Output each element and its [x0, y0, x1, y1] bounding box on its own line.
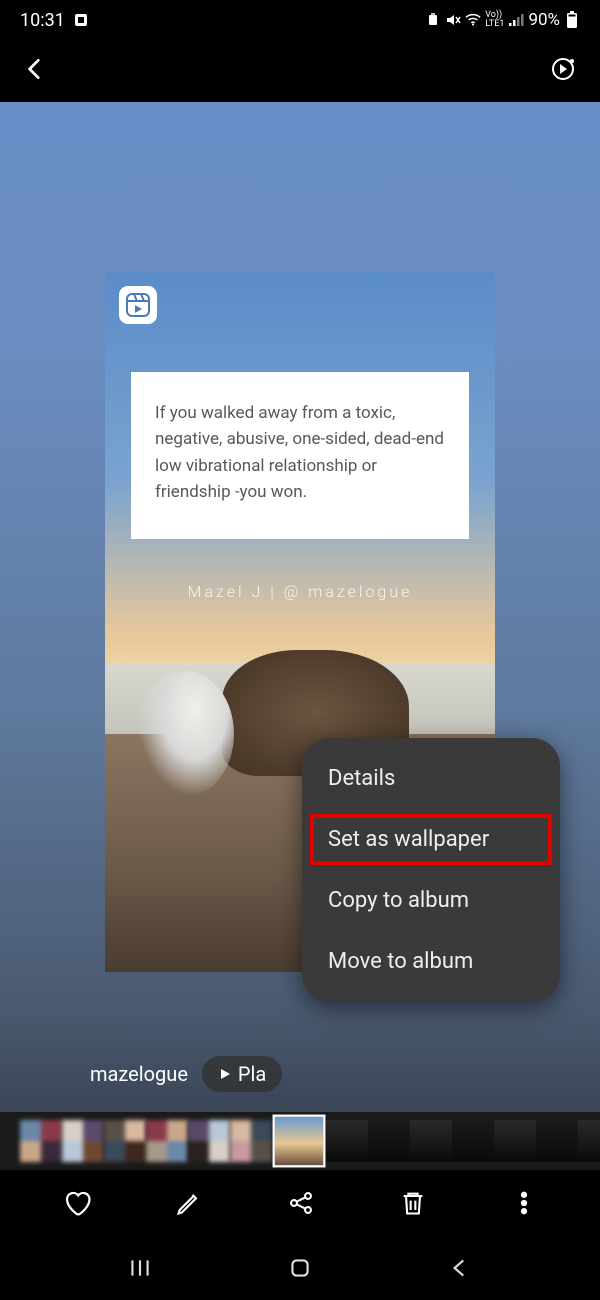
source-tag[interactable]: mazelogue — [90, 1062, 188, 1086]
signal-icon — [508, 12, 524, 28]
share-button[interactable] — [287, 1189, 315, 1221]
menu-item-copy-to-album[interactable]: Copy to album — [302, 870, 560, 931]
play-label: Pla — [238, 1062, 266, 1086]
photo-viewer[interactable]: If you walked away from a toxic, negativ… — [0, 102, 600, 1112]
reels-icon — [119, 286, 157, 324]
watermark-text: Mazel J | @ mazelogue — [105, 582, 495, 601]
network-label: Vo)) LTE1 — [485, 11, 504, 29]
thumbnail[interactable] — [62, 1120, 104, 1162]
play-motion-button[interactable]: Pla — [202, 1056, 282, 1092]
thumbnail[interactable] — [146, 1120, 188, 1162]
nav-home[interactable] — [287, 1255, 313, 1285]
nav-back[interactable] — [447, 1255, 473, 1285]
thumbnail[interactable] — [536, 1120, 578, 1162]
thumbnail[interactable] — [452, 1120, 494, 1162]
remaster-button[interactable] — [548, 54, 578, 88]
context-menu: DetailsSet as wallpaperCopy to albumMove… — [302, 738, 560, 1002]
thumbnail[interactable] — [188, 1120, 230, 1162]
wifi-icon — [465, 12, 481, 28]
more-button[interactable] — [510, 1189, 538, 1221]
alarm-icon — [425, 12, 441, 28]
menu-item-details[interactable]: Details — [302, 748, 560, 809]
mute-icon — [445, 12, 461, 28]
caption-row: mazelogue Pla — [0, 1056, 600, 1092]
thumbnail[interactable] — [494, 1120, 536, 1162]
app-header — [0, 40, 600, 102]
nav-recents[interactable] — [127, 1255, 153, 1285]
thumbnail[interactable] — [326, 1120, 368, 1162]
back-button[interactable] — [22, 56, 48, 86]
status-time: 10:31 — [20, 10, 65, 31]
system-nav-bar — [0, 1240, 600, 1300]
menu-item-move-to-album[interactable]: Move to album — [302, 931, 560, 992]
screenshot-icon — [73, 12, 89, 28]
status-bar: 10:31 Vo)) LTE1 90% — [0, 0, 600, 40]
thumbnail[interactable] — [20, 1120, 62, 1162]
thumbnail-selected[interactable] — [275, 1117, 323, 1165]
action-bar — [0, 1170, 600, 1240]
thumbnail[interactable] — [368, 1120, 410, 1162]
delete-button[interactable] — [399, 1189, 427, 1221]
thumbnail-strip[interactable] — [0, 1112, 600, 1170]
thumbnail[interactable] — [230, 1120, 272, 1162]
favorite-button[interactable] — [62, 1188, 92, 1222]
quote-text: If you walked away from a toxic, negativ… — [131, 372, 469, 539]
thumbnail[interactable] — [578, 1120, 600, 1162]
thumbnail[interactable] — [410, 1120, 452, 1162]
menu-item-set-as-wallpaper[interactable]: Set as wallpaper — [308, 812, 554, 867]
thumbnail[interactable] — [104, 1120, 146, 1162]
battery-icon — [564, 12, 580, 28]
edit-button[interactable] — [175, 1189, 203, 1221]
battery-percent: 90% — [528, 10, 560, 30]
